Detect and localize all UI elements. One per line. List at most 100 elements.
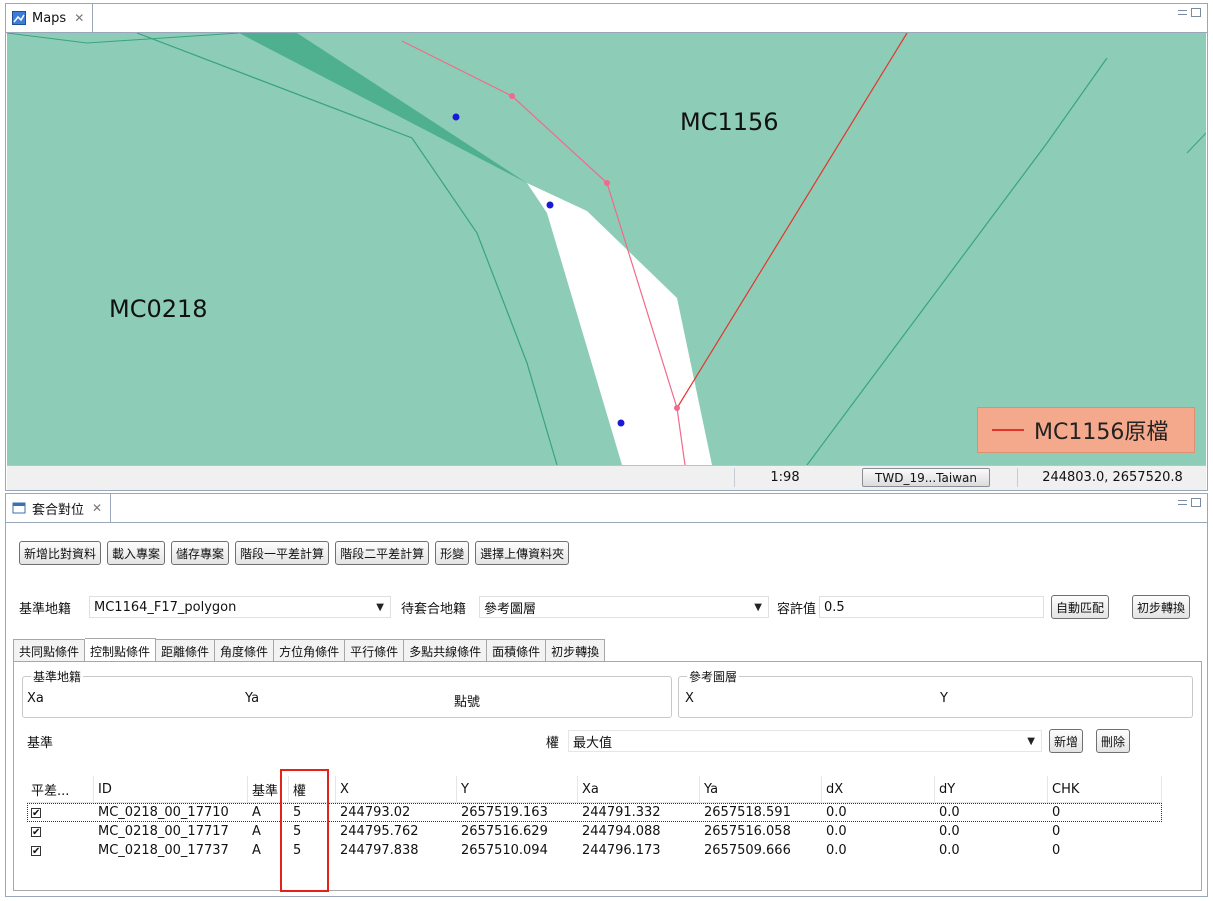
cell-basis: A bbox=[252, 843, 261, 858]
dropdown-arrow-icon: ▼ bbox=[754, 602, 762, 613]
dropdown-arrow-icon: ▼ bbox=[376, 602, 384, 613]
base-layer-label: 基準地籍 bbox=[19, 601, 72, 617]
col-header-xa[interactable]: Xa bbox=[578, 776, 700, 802]
control-point bbox=[546, 201, 554, 209]
select-upload-folder-button[interactable]: 選擇上傳資料夾 bbox=[475, 541, 570, 565]
tab-fit[interactable]: 套合對位 ✕ bbox=[6, 494, 112, 522]
reference-layer-group: 參考圖層 X Y bbox=[678, 668, 1193, 718]
delete-button[interactable]: 刪除 bbox=[1096, 729, 1131, 753]
tab-common-point[interactable]: 共同點條件 bbox=[13, 639, 86, 663]
tab-angle[interactable]: 角度條件 bbox=[215, 639, 275, 663]
col-header-ya[interactable]: Ya bbox=[700, 776, 822, 802]
weight-label: 權 bbox=[546, 735, 560, 751]
tab-area[interactable]: 面積條件 bbox=[487, 639, 547, 663]
col-header-dx[interactable]: dX bbox=[822, 776, 935, 802]
original-vertex bbox=[509, 93, 515, 99]
group-title: 參考圖層 bbox=[687, 668, 740, 685]
coordinate-readout: 244803.0, 2657520.8 bbox=[1017, 468, 1207, 487]
fit-panel: 套合對位 ✕ 新增比對資料 載入專案 儲存專案 階段一平差計算 階段二平差計算 … bbox=[5, 493, 1208, 897]
legend-line-swatch bbox=[992, 429, 1024, 431]
minimize-icon[interactable] bbox=[1178, 500, 1187, 505]
action-toolbar: 新增比對資料 載入專案 儲存專案 階段一平差計算 階段二平差計算 形變 選擇上傳… bbox=[19, 541, 570, 565]
stage1-adjust-button[interactable]: 階段一平差計算 bbox=[235, 541, 330, 565]
tab-parallel[interactable]: 平行條件 bbox=[345, 639, 405, 663]
save-project-button[interactable]: 儲存專案 bbox=[171, 541, 230, 565]
xa-field-label: Xa bbox=[27, 691, 44, 706]
add-compare-data-button[interactable]: 新增比對資料 bbox=[19, 541, 102, 565]
legend-label: MC1156原檔 bbox=[1034, 420, 1169, 445]
maximize-icon[interactable] bbox=[1191, 498, 1201, 507]
tab-maps[interactable]: Maps ✕ bbox=[6, 4, 94, 32]
checkbox-checked-icon[interactable]: ✔ bbox=[31, 845, 41, 856]
cell-xa: 244791.332 bbox=[582, 805, 661, 820]
col-header-adjust[interactable]: 平差... bbox=[27, 776, 94, 802]
cell-x: 244795.762 bbox=[340, 824, 419, 839]
maps-tabbar: Maps ✕ bbox=[6, 4, 1207, 33]
tab-azimuth[interactable]: 方位角條件 bbox=[274, 639, 346, 663]
cell-basis: A bbox=[252, 805, 261, 820]
table-row[interactable]: ✔ MC_0218_00_17717 A 5 244795.762 265751… bbox=[27, 822, 1162, 841]
table-row[interactable]: ✔ MC_0218_00_17710 A 5 244793.02 2657519… bbox=[27, 803, 1162, 822]
col-header-chk[interactable]: CHK bbox=[1048, 776, 1162, 802]
parcel-label-mc1156: MC1156 bbox=[680, 108, 779, 136]
tab-maps-label: Maps bbox=[32, 10, 67, 26]
checkbox-checked-icon[interactable]: ✔ bbox=[31, 807, 41, 818]
row-checkbox[interactable]: ✔ bbox=[27, 822, 94, 841]
maximize-icon[interactable] bbox=[1191, 8, 1201, 17]
maps-view: Maps ✕ MC1156 MC0218 MC1156原檔 1:98 TWD_1… bbox=[5, 3, 1208, 491]
target-layer-select[interactable]: 參考圖層 ▼ bbox=[479, 596, 769, 618]
control-point-table: 平差... ID 基準 權 X Y Xa Ya dX dY CHK ✔ MC_0… bbox=[27, 776, 1162, 860]
col-header-x[interactable]: X bbox=[336, 776, 457, 802]
window-controls bbox=[1178, 498, 1201, 507]
add-button[interactable]: 新增 bbox=[1049, 729, 1084, 753]
target-layer-label: 待套合地籍 bbox=[401, 601, 467, 617]
col-header-y[interactable]: Y bbox=[457, 776, 578, 802]
close-icon[interactable]: ✕ bbox=[92, 501, 102, 515]
cell-weight[interactable]: 5 bbox=[289, 803, 336, 822]
checkbox-checked-icon[interactable]: ✔ bbox=[31, 826, 41, 837]
table-row[interactable]: ✔ MC_0218_00_17737 A 5 244797.838 265751… bbox=[27, 841, 1162, 860]
cell-dx: 0.0 bbox=[826, 843, 847, 858]
original-vertex bbox=[674, 405, 680, 411]
tab-fit-label: 套合對位 bbox=[32, 502, 85, 518]
deform-button[interactable]: 形變 bbox=[435, 541, 470, 565]
minimize-icon[interactable] bbox=[1178, 10, 1187, 15]
crs-button[interactable]: TWD_19...Taiwan bbox=[862, 468, 990, 487]
map-statusbar: 1:98 TWD_19...Taiwan 244803.0, 2657520.8 bbox=[7, 465, 1206, 490]
cell-dy: 0.0 bbox=[939, 824, 960, 839]
table-header-row: 平差... ID 基準 權 X Y Xa Ya dX dY CHK bbox=[27, 776, 1162, 803]
auto-match-button[interactable]: 自動匹配 bbox=[1051, 595, 1110, 619]
row-checkbox[interactable]: ✔ bbox=[27, 841, 94, 860]
col-header-weight[interactable]: 權 bbox=[289, 776, 336, 802]
original-vertex bbox=[604, 180, 610, 186]
tolerance-input[interactable]: 0.5 bbox=[819, 596, 1044, 618]
close-icon[interactable]: ✕ bbox=[74, 11, 84, 25]
tab-initial-transform[interactable]: 初步轉換 bbox=[546, 639, 606, 663]
initial-transform-button[interactable]: 初步轉換 bbox=[1132, 595, 1191, 619]
weight-select[interactable]: 最大值 ▼ bbox=[568, 730, 1042, 752]
map-icon bbox=[12, 11, 26, 25]
tab-distance[interactable]: 距離條件 bbox=[156, 639, 216, 663]
cell-basis: A bbox=[252, 824, 261, 839]
stage2-adjust-button[interactable]: 階段二平差計算 bbox=[335, 541, 430, 565]
cell-weight[interactable]: 5 bbox=[289, 841, 336, 860]
col-header-dy[interactable]: dY bbox=[935, 776, 1048, 802]
base-layer-select[interactable]: MC1164_F17_polygon ▼ bbox=[89, 596, 391, 618]
row-checkbox[interactable]: ✔ bbox=[27, 803, 94, 822]
cell-xa: 244794.088 bbox=[582, 824, 661, 839]
col-header-id[interactable]: ID bbox=[94, 776, 248, 802]
cell-id: MC_0218_00_17737 bbox=[98, 843, 229, 858]
condition-tabs: 共同點條件 控制點條件 距離條件 角度條件 方位角條件 平行條件 多點共線條件 … bbox=[13, 638, 606, 664]
weight-value: 最大值 bbox=[573, 735, 613, 751]
basis-label: 基準 bbox=[27, 735, 54, 751]
control-point bbox=[617, 419, 625, 427]
cell-weight[interactable]: 5 bbox=[289, 822, 336, 841]
load-project-button[interactable]: 載入專案 bbox=[107, 541, 166, 565]
base-cadastre-group: 基準地籍 Xa Ya 點號 bbox=[22, 668, 672, 718]
cell-chk: 0 bbox=[1052, 824, 1061, 839]
map-canvas[interactable]: MC1156 MC0218 MC1156原檔 bbox=[7, 33, 1206, 465]
window-icon bbox=[12, 501, 26, 515]
col-header-basis[interactable]: 基準 bbox=[248, 776, 289, 802]
tab-collinear[interactable]: 多點共線條件 bbox=[404, 639, 488, 663]
cell-y: 2657516.629 bbox=[461, 824, 548, 839]
